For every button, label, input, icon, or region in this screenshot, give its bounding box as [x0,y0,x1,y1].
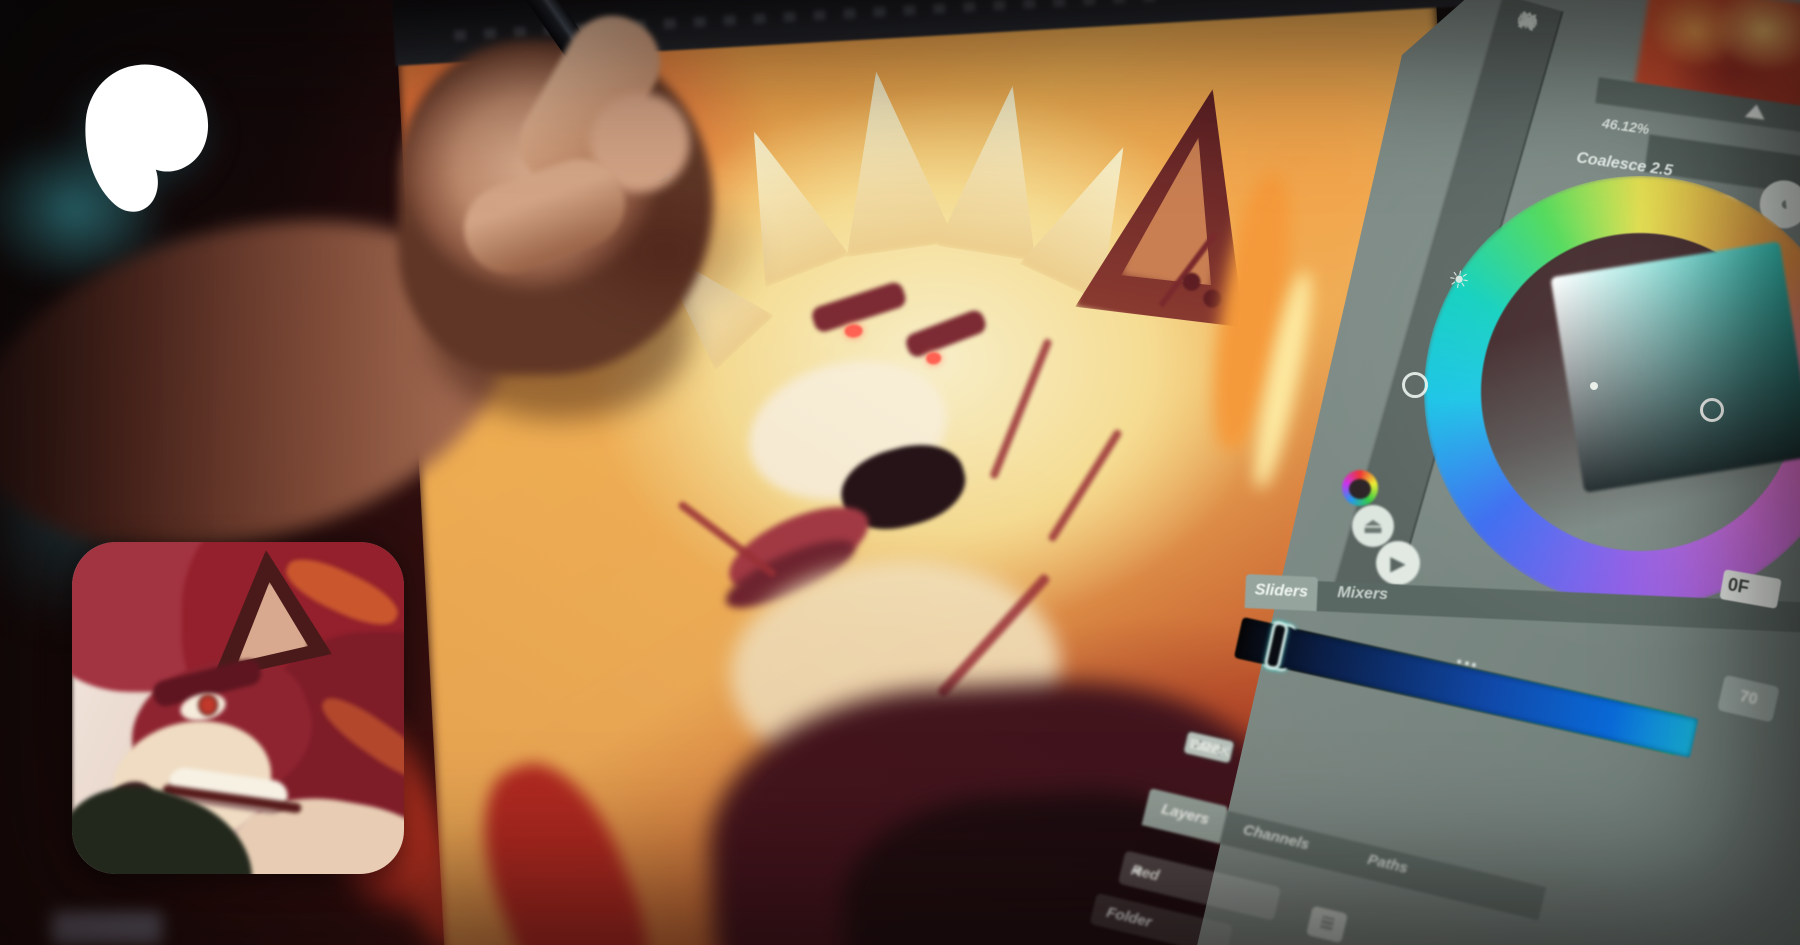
tab-sliders[interactable]: Sliders [1245,574,1318,611]
layer-name: Red [1129,861,1161,884]
brightness-tool-icon[interactable]: ☀ [1514,8,1541,37]
avatar-iris [198,694,218,716]
creator-avatar[interactable] [72,542,404,874]
blue-slider-handle[interactable] [1263,621,1289,671]
tab-mixers[interactable]: Mixers [1337,584,1388,604]
folder-name: Folder [1105,903,1154,930]
patreon-banner: ◠ N ➤ ⇄ ✂ ✓ ⬭ A ☀ 46.12% Coalesce 2.5 ♪ … [0,0,1800,945]
patreon-logo[interactable] [76,62,214,218]
desk-glint [52,912,162,945]
